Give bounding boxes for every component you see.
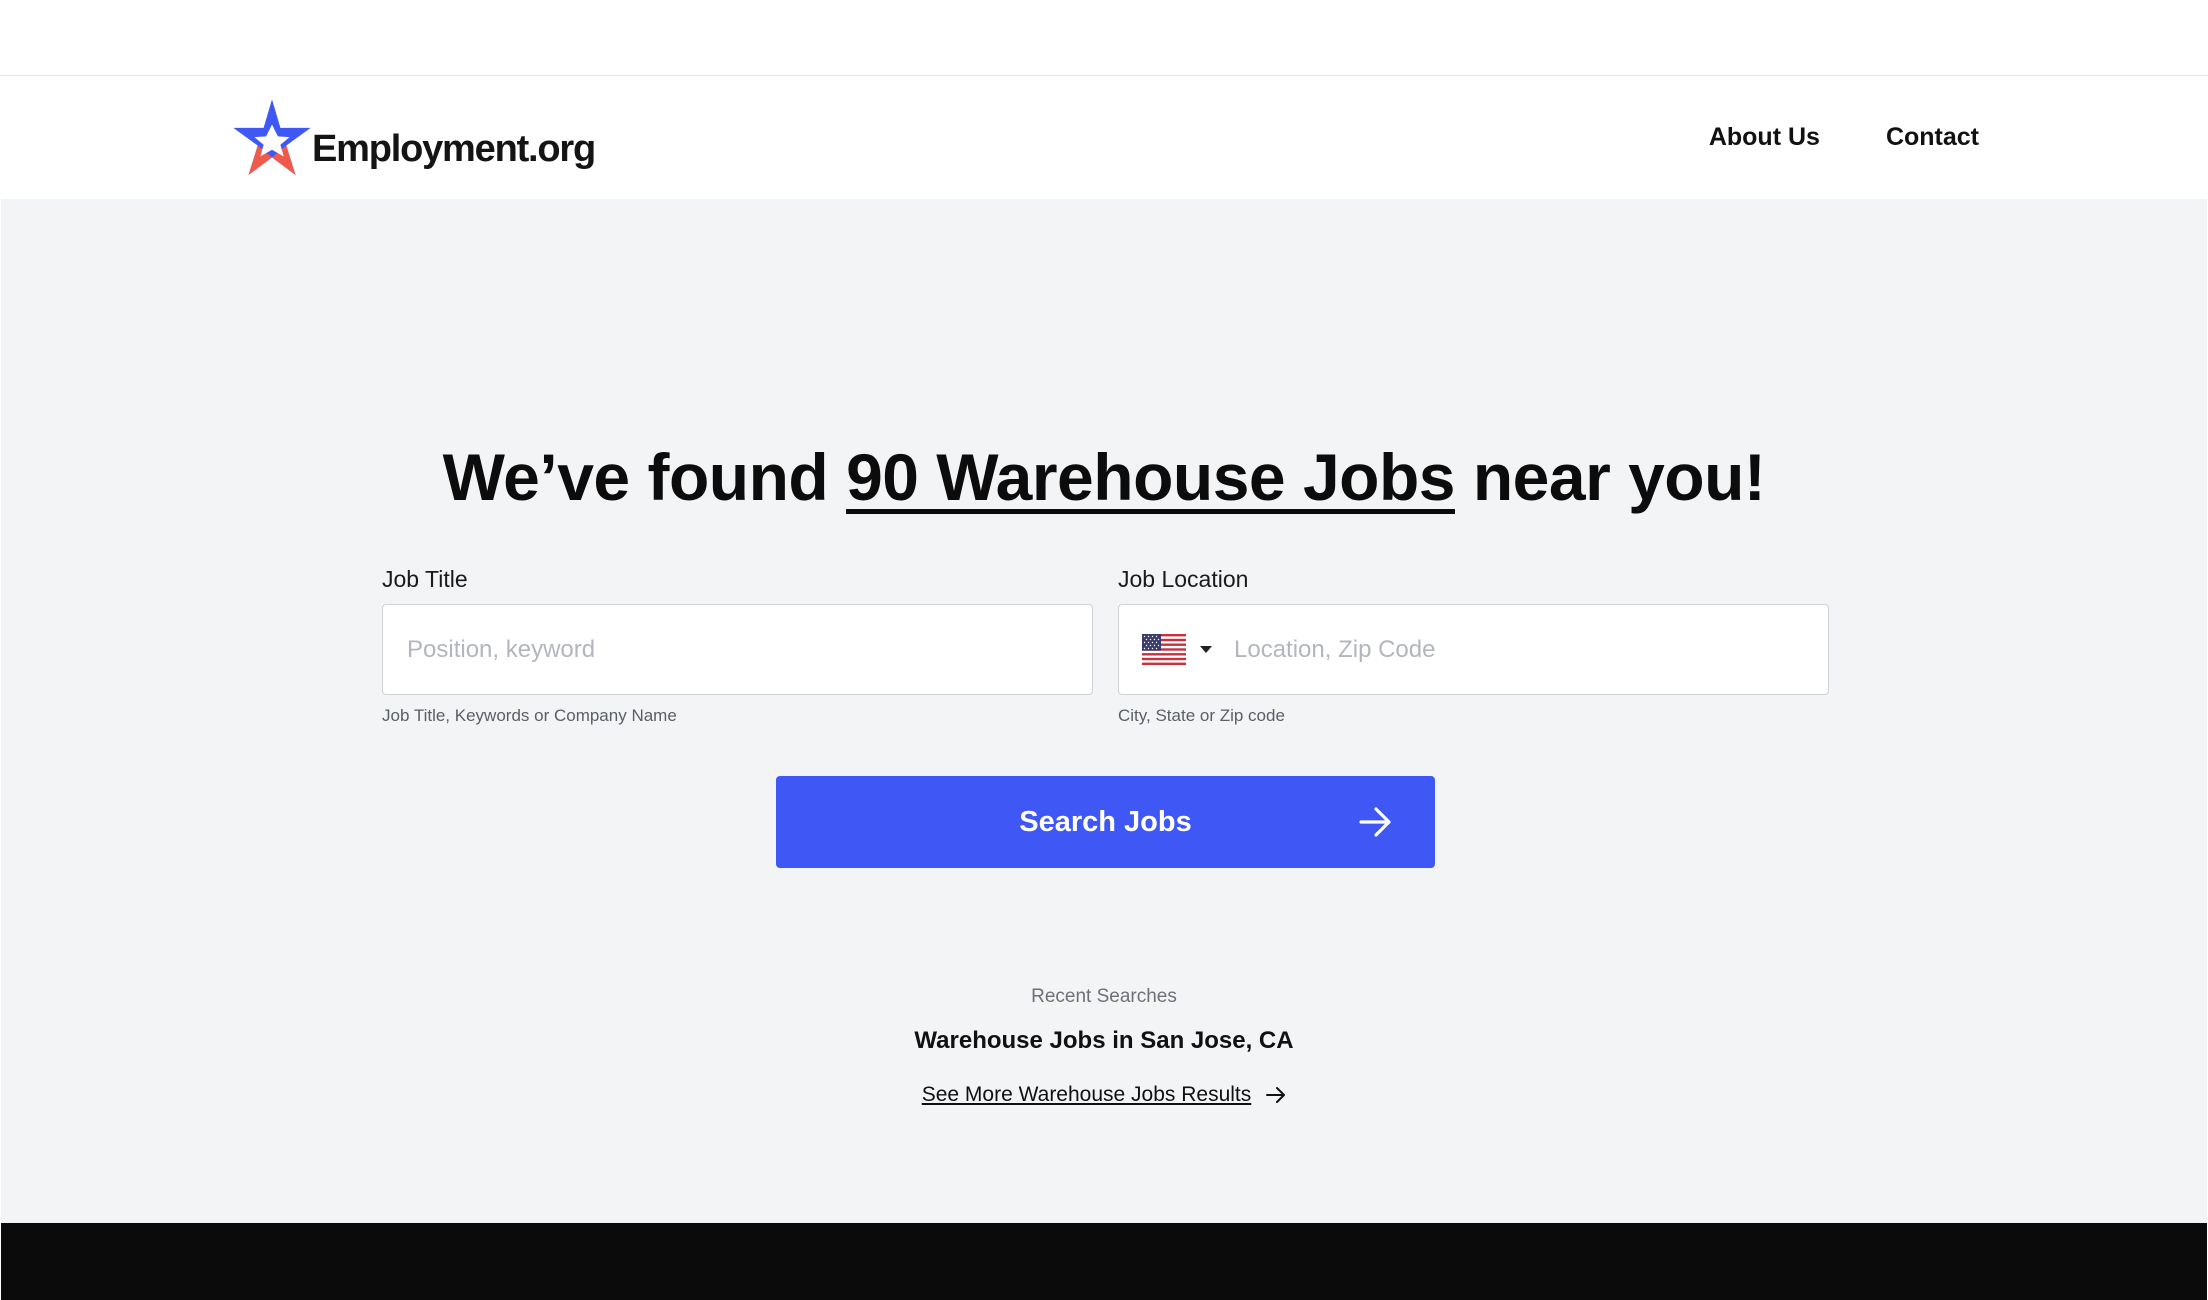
see-more-results-label: See More Warehouse Jobs Results — [921, 1083, 1252, 1106]
job-location-input-box — [1118, 604, 1829, 695]
nav-about-us-link[interactable]: About Us — [1709, 123, 1820, 152]
headline-suffix: near you! — [1455, 440, 1766, 514]
job-title-label: Job Title — [382, 566, 468, 592]
search-jobs-button-label: Search Jobs — [1019, 805, 1192, 838]
recent-searches-title: Recent Searches — [1031, 986, 1177, 1007]
job-location-field: Job Location Location, Zip Code City, St… — [1118, 566, 1829, 726]
top-strip — [0, 0, 2208, 76]
arrow-right-icon — [1359, 807, 1391, 837]
nav-contact-link[interactable]: Contact — [1886, 123, 1979, 152]
search-jobs-button[interactable]: Search Jobs — [776, 776, 1435, 868]
main-nav: About Us Contact — [1709, 123, 1979, 152]
see-more-results-link[interactable]: See More Warehouse Jobs Results — [1, 1083, 2207, 1107]
job-title-input[interactable] — [383, 605, 1092, 694]
star-icon — [233, 99, 311, 175]
job-location-label: Job Location — [1118, 566, 1249, 592]
country-dropdown-caret-icon[interactable] — [1200, 646, 1212, 653]
job-title-field: Job Title Job Title, Keywords or Company… — [382, 566, 1093, 726]
recent-search-item[interactable]: Warehouse Jobs in San Jose, CA — [1, 1027, 2207, 1055]
us-flag-icon[interactable] — [1142, 634, 1186, 665]
job-title-hint: Job Title, Keywords or Company Name — [382, 706, 677, 725]
headline-prefix: We’ve found — [442, 440, 847, 514]
page-headline: We’ve found 90 Warehouse Jobs near you! — [1, 439, 2207, 515]
headline-job-count-link[interactable]: 90 Warehouse Jobs — [846, 440, 1455, 514]
page-footer — [1, 1223, 2207, 1300]
hero-section: We’ve found 90 Warehouse Jobs near you! … — [1, 199, 2207, 1223]
brand-logo-link[interactable]: Employment.org — [230, 93, 596, 183]
brand-name: Employment.org — [312, 127, 596, 170]
site-header: Employment.org About Us Contact — [0, 77, 2208, 199]
job-location-hint: City, State or Zip code — [1118, 706, 1285, 725]
job-location-input[interactable] — [1212, 605, 1828, 694]
arrow-right-icon — [1266, 1087, 1286, 1103]
job-title-input-box — [382, 604, 1093, 695]
